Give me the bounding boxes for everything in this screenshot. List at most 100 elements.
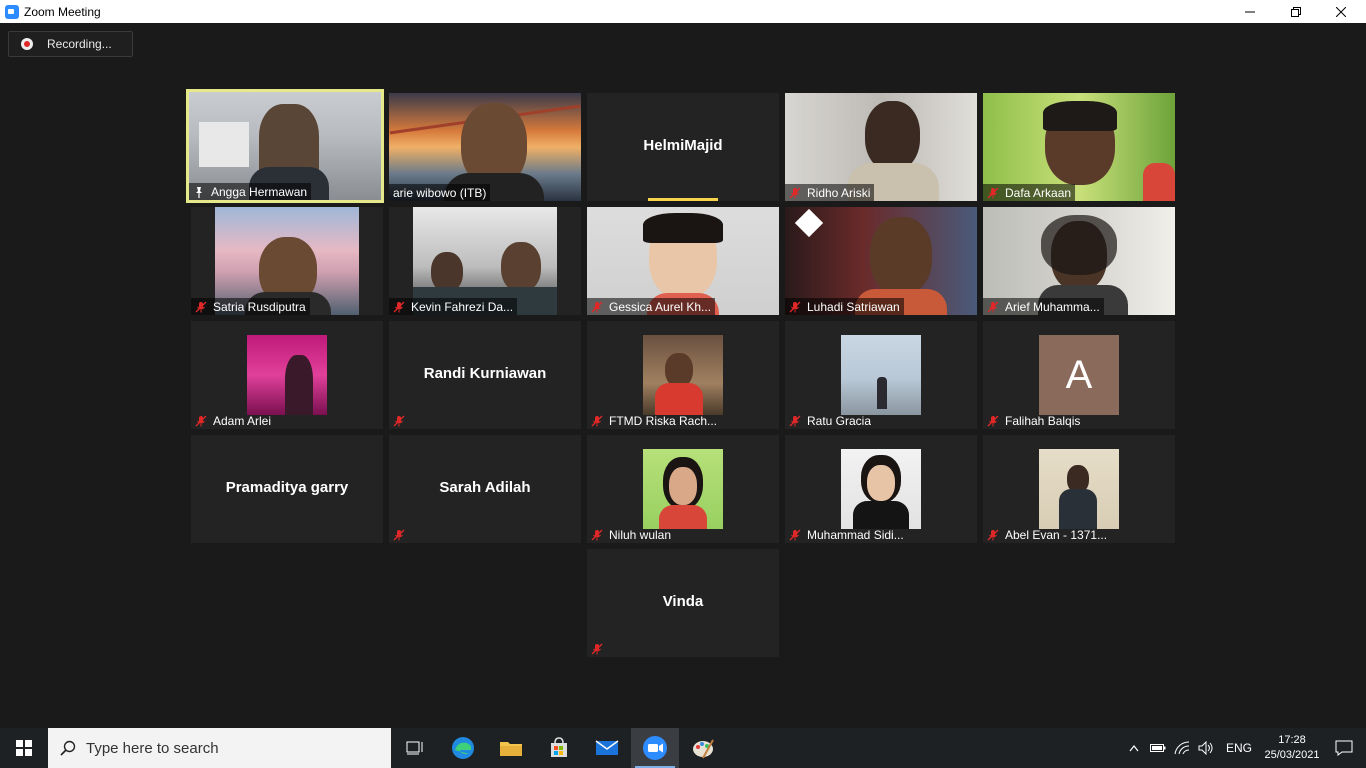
- participant-tile[interactable]: Kevin Fahrezi Da...: [389, 207, 581, 315]
- participant-name-bar: [587, 640, 608, 657]
- muted-mic-icon: [393, 301, 405, 312]
- muted-mic-icon: [987, 529, 999, 540]
- participant-name-bar: Falihah Balqis: [983, 412, 1084, 429]
- zoom-icon: [643, 736, 667, 760]
- participant-tile[interactable]: FTMD Riska Rach...: [587, 321, 779, 429]
- folder-icon: [500, 742, 522, 756]
- task-view-icon: [406, 741, 423, 755]
- muted-mic-icon: [393, 415, 405, 426]
- title-bar: Zoom Meeting: [0, 0, 1366, 23]
- recording-indicator[interactable]: Recording...: [8, 31, 133, 57]
- minimize-button[interactable]: [1227, 0, 1273, 23]
- profile-picture: [247, 335, 327, 415]
- participant-name-bar: Adam Arlei: [191, 412, 275, 429]
- participant-name-bar: Abel Evan - 1371...: [983, 526, 1111, 543]
- participant-tile[interactable]: Sarah Adilah: [389, 435, 581, 543]
- participant-name-bar: Gessica Aurel Kh...: [587, 298, 716, 315]
- participant-name-bar: Kevin Fahrezi Da...: [389, 298, 518, 315]
- participant-name: Adam Arlei: [213, 413, 272, 428]
- participant-name-bar: Satria Rusdiputra: [191, 298, 310, 315]
- participant-tile[interactable]: Angga Hermawan: [186, 89, 384, 203]
- start-button[interactable]: [0, 728, 48, 768]
- participant-tile[interactable]: Arief Muhamma...: [983, 207, 1175, 315]
- wifi-icon: [1174, 741, 1190, 755]
- file-explorer-button[interactable]: [487, 728, 535, 768]
- participant-name-center: Sarah Adilah: [439, 479, 531, 496]
- participant-tile[interactable]: Gessica Aurel Kh...: [587, 207, 779, 315]
- participant-tile[interactable]: Pramaditya garry: [191, 435, 383, 543]
- muted-mic-icon: [789, 529, 801, 540]
- muted-mic-icon: [591, 415, 603, 426]
- participant-tile[interactable]: Vinda: [587, 549, 779, 657]
- edge-icon: [452, 737, 474, 759]
- participant-tile[interactable]: Niluh wulan: [587, 435, 779, 543]
- participant-tile[interactable]: Dafa Arkaan: [983, 93, 1175, 201]
- participant-tile[interactable]: arie wibowo (ITB): [389, 93, 581, 201]
- paint-button[interactable]: [679, 728, 727, 768]
- close-icon: [1336, 6, 1346, 17]
- windows-icon: [16, 740, 32, 756]
- taskbar-search[interactable]: Type here to search: [48, 728, 391, 768]
- participant-tile[interactable]: Ratu Gracia: [785, 321, 977, 429]
- muted-mic-icon: [591, 643, 603, 654]
- notification-icon: [1335, 740, 1353, 756]
- task-view-button[interactable]: [391, 728, 439, 768]
- participant-name: Falihah Balqis: [1005, 413, 1081, 428]
- participant-name: Ridho Ariski: [807, 185, 871, 200]
- language-indicator[interactable]: ENG: [1226, 741, 1252, 755]
- participant-tile[interactable]: Muhammad Sidi...: [785, 435, 977, 543]
- participant-name-center: Vinda: [662, 593, 704, 610]
- tray-overflow-button[interactable]: [1122, 728, 1146, 768]
- participant-name-bar: Niluh wulan: [587, 526, 675, 543]
- chevron-up-icon: [1129, 745, 1139, 752]
- muted-mic-icon: [987, 415, 999, 426]
- participant-name-bar: FTMD Riska Rach...: [587, 412, 721, 429]
- participant-name-bar: Dafa Arkaan: [983, 184, 1076, 201]
- participant-name: Dafa Arkaan: [1005, 185, 1072, 200]
- participant-name-bar: Ridho Ariski: [785, 184, 875, 201]
- close-button[interactable]: [1318, 0, 1364, 23]
- muted-mic-icon: [987, 187, 999, 198]
- participant-name-bar: arie wibowo (ITB): [389, 184, 491, 201]
- participant-name-bar: Luhadi Satriawan: [785, 298, 904, 315]
- notifications-button[interactable]: [1322, 728, 1366, 768]
- participant-name: Abel Evan - 1371...: [1005, 527, 1108, 542]
- restore-button[interactable]: [1273, 0, 1319, 23]
- zoom-taskbar-button[interactable]: [631, 728, 679, 768]
- minimize-icon: [1245, 11, 1255, 12]
- participant-name-center: HelmiMajid: [643, 137, 723, 154]
- participant-name: Gessica Aurel Kh...: [609, 299, 712, 314]
- participant-name: Angga Hermawan: [211, 184, 308, 199]
- participant-name-bar: Ratu Gracia: [785, 412, 875, 429]
- participant-tile[interactable]: Ridho Ariski: [785, 93, 977, 201]
- profile-picture: [643, 449, 723, 529]
- muted-mic-icon: [987, 301, 999, 312]
- profile-picture: [841, 449, 921, 529]
- recording-label: Recording...: [47, 37, 112, 51]
- record-icon: [21, 38, 33, 50]
- participant-tile[interactable]: Satria Rusdiputra: [191, 207, 383, 315]
- participant-name: Luhadi Satriawan: [807, 299, 900, 314]
- participant-name-bar: Angga Hermawan: [189, 183, 312, 200]
- participant-tile[interactable]: Abel Evan - 1371...: [983, 435, 1175, 543]
- muted-mic-icon: [195, 415, 207, 426]
- meeting-area: Recording... Angga Hermawan arie wibowo …: [0, 23, 1366, 728]
- edge-button[interactable]: [439, 728, 487, 768]
- participant-tile[interactable]: Adam Arlei: [191, 321, 383, 429]
- participant-name: Kevin Fahrezi Da...: [411, 299, 514, 314]
- network-button[interactable]: [1170, 728, 1194, 768]
- participant-tile[interactable]: Luhadi Satriawan: [785, 207, 977, 315]
- zoom-app-icon: [5, 4, 19, 19]
- speaker-icon: [1198, 741, 1213, 755]
- participant-tile[interactable]: A Falihah Balqis: [983, 321, 1175, 429]
- participant-tile[interactable]: Randi Kurniawan: [389, 321, 581, 429]
- battery-button[interactable]: [1146, 728, 1170, 768]
- participant-name: Niluh wulan: [609, 527, 672, 542]
- participant-tile[interactable]: HelmiMajid: [587, 93, 779, 201]
- clock[interactable]: 17:28 25/03/2021: [1262, 733, 1322, 763]
- profile-picture: [643, 335, 723, 415]
- store-button[interactable]: [535, 728, 583, 768]
- volume-button[interactable]: [1194, 728, 1218, 768]
- profile-picture: [841, 335, 921, 415]
- mail-button[interactable]: [583, 728, 631, 768]
